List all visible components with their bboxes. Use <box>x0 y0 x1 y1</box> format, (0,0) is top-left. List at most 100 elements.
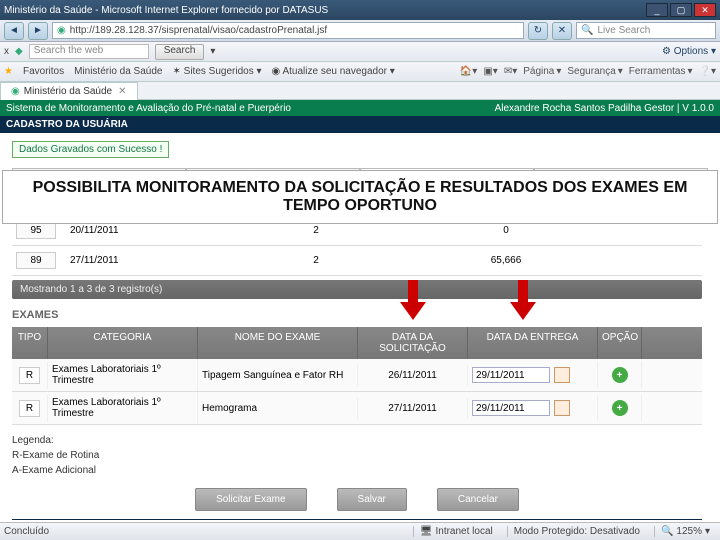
exam-table-header: TIPO CATEGORIA NOME DO EXAME DATA DA SOL… <box>12 327 702 359</box>
favorites-label[interactable]: Favoritos <box>23 66 64 77</box>
calendar-icon[interactable] <box>554 400 570 416</box>
exam-row: R Exames Laboratoriais 1º Trimestre Tipa… <box>12 359 702 392</box>
forward-button[interactable]: ► <box>28 22 48 40</box>
status-protected-mode: Modo Protegido: Desativado <box>507 526 646 537</box>
page-footer: Secretaria de Atenção à Saúde - SAS <box>12 519 702 520</box>
col3-cell: 2 <box>186 255 446 266</box>
stop-button[interactable]: ✕ <box>552 22 572 40</box>
home-icon[interactable]: 🏠▾ <box>460 66 477 77</box>
action-buttons: Solicitar Exame Salvar Cancelar <box>12 488 702 511</box>
feed-icon[interactable]: ▣▾ <box>483 66 497 77</box>
form-body: 95 20/11/2011 2 0 89 27/11/2011 2 65,666… <box>12 216 702 520</box>
system-title: Sistema de Monitoramento e Avaliação do … <box>6 103 291 114</box>
tab-close-icon[interactable]: ✕ <box>118 86 126 97</box>
user-info: Alexandre Rocha Santos Padilha Gestor | … <box>495 103 714 114</box>
legend-r: R-Exame de Rotina <box>12 448 702 463</box>
minimize-button[interactable]: _ <box>646 3 668 17</box>
categoria-value: Exames Laboratoriais 1º Trimestre <box>48 392 198 424</box>
address-bar: ◄ ► ◉ http://189.28.128.37/sisprenatal/v… <box>0 20 720 42</box>
browser-search-input[interactable]: 🔍 Live Search <box>576 22 716 39</box>
section-title-bar: CADASTRO DA USUÁRIA <box>0 116 720 133</box>
window-titlebar: Ministério da Saúde - Microsoft Internet… <box>0 0 720 20</box>
refresh-button[interactable]: ↻ <box>528 22 548 40</box>
entrega-input[interactable] <box>472 400 550 416</box>
fav-link-ministerio[interactable]: Ministério da Saúde <box>74 66 162 77</box>
favorites-bar: ★ Favoritos Ministério da Saúde ✶ Sites … <box>0 62 720 82</box>
col-nome: NOME DO EXAME <box>198 327 358 359</box>
legend-a: A-Exame Adicional <box>12 463 702 478</box>
legend-title: Legenda: <box>12 433 702 448</box>
options-label: Options <box>674 46 708 57</box>
calendar-icon[interactable] <box>554 367 570 383</box>
legend-block: Legenda: R-Exame de Rotina A-Exame Adici… <box>12 433 702 478</box>
col3-cell: 2 <box>186 225 446 236</box>
search-placeholder: Live Search <box>597 25 650 36</box>
tab-favicon-icon: ◉ <box>11 86 20 97</box>
consulta-row: 89 27/11/2011 2 65,666 <box>12 246 702 276</box>
col-solicitacao: DATA DA SOLICITAÇÃO <box>358 327 468 359</box>
nome-value: Hemograma <box>198 398 358 419</box>
fav-link-atualize[interactable]: ◉ Atualize seu navegador ▾ <box>272 66 395 77</box>
close-button[interactable]: ✕ <box>694 3 716 17</box>
addon-logo-icon: ◆ <box>15 46 23 57</box>
tab-title: Ministério da Saúde <box>24 86 112 97</box>
solicitar-exame-button[interactable]: Solicitar Exame <box>195 488 306 511</box>
tools-menu[interactable]: Ferramentas▾ <box>629 66 693 77</box>
status-zone: 🖥Intranet local <box>413 526 499 537</box>
cancelar-button[interactable]: Cancelar <box>437 488 519 511</box>
date-cell: 20/11/2011 <box>56 225 186 236</box>
solicitacao-value: 26/11/2011 <box>358 365 468 386</box>
help-icon[interactable]: ❔▾ <box>699 66 716 77</box>
page-menu[interactable]: Página▾ <box>523 66 561 77</box>
addon-options-link[interactable]: ⚙ Options ▾ <box>662 46 716 57</box>
solicitacao-value: 27/11/2011 <box>358 398 468 419</box>
success-message: Dados Gravados com Sucesso ! <box>12 141 169 158</box>
addon-toolbar: x ◆ Search the web Search ▾ ⚙ Options ▾ <box>0 42 720 62</box>
back-button[interactable]: ◄ <box>4 22 24 40</box>
browser-tab[interactable]: ◉ Ministério da Saúde ✕ <box>0 82 138 100</box>
add-exam-button[interactable]: + <box>612 400 628 416</box>
addon-search-button[interactable]: Search <box>155 44 205 60</box>
globe-icon: 🖥 <box>420 526 433 537</box>
col4-cell: 65,666 <box>446 255 566 266</box>
system-title-bar: Sistema de Monitoramento e Avaliação do … <box>0 100 720 116</box>
search-icon: 🔍 <box>581 25 593 36</box>
annotation-arrow-icon <box>398 280 428 320</box>
annotation-banner: POSSIBILITA MONITORAMENTO DA SOLICITAÇÃO… <box>2 170 718 224</box>
mail-icon[interactable]: ✉▾ <box>504 66 517 77</box>
close-addon-icon[interactable]: x <box>4 46 9 57</box>
globe-icon: ◉ <box>57 25 66 36</box>
col-entrega: DATA DA ENTREGA <box>468 327 598 359</box>
date-cell: 27/11/2011 <box>56 255 186 266</box>
tipo-value: R <box>19 367 40 384</box>
tipo-value: R <box>19 400 40 417</box>
col-categoria: CATEGORIA <box>48 327 198 359</box>
browser-tabstrip: ◉ Ministério da Saúde ✕ <box>0 82 720 100</box>
pager-text: Mostrando 1 a 3 de 3 registro(s) <box>12 280 702 299</box>
annotation-arrow-icon <box>508 280 538 320</box>
status-zoom[interactable]: 🔍 125% ▾ <box>654 526 716 537</box>
gear-icon: ⚙ <box>662 46 671 57</box>
col-tipo: TIPO <box>12 327 48 359</box>
url-text: http://189.28.128.37/sisprenatal/visao/c… <box>70 25 327 36</box>
nome-value: Tipagem Sanguínea e Fator RH <box>198 365 358 386</box>
addon-search-input[interactable]: Search the web <box>29 44 149 59</box>
status-done: Concluído <box>4 526 49 537</box>
entrega-input[interactable] <box>472 367 550 383</box>
categoria-value: Exames Laboratoriais 1º Trimestre <box>48 359 198 391</box>
url-input[interactable]: ◉ http://189.28.128.37/sisprenatal/visao… <box>52 22 524 39</box>
col-opcao: OPÇÃO <box>598 327 642 359</box>
add-exam-button[interactable]: + <box>612 367 628 383</box>
exam-row: R Exames Laboratoriais 1º Trimestre Hemo… <box>12 392 702 425</box>
star-icon[interactable]: ★ <box>4 66 13 77</box>
col4-cell: 0 <box>446 225 566 236</box>
fav-link-sugeridos[interactable]: ✶ Sites Sugeridos ▾ <box>172 66 261 77</box>
ig-cell: 89 <box>16 252 56 269</box>
salvar-button[interactable]: Salvar <box>337 488 407 511</box>
dropdown-icon[interactable]: ▾ <box>210 46 215 57</box>
ig-cell: 95 <box>16 222 56 239</box>
window-title: Ministério da Saúde - Microsoft Internet… <box>4 5 328 16</box>
maximize-button[interactable]: ▢ <box>670 3 692 17</box>
security-menu[interactable]: Segurança▾ <box>567 66 622 77</box>
exames-heading: EXAMES <box>12 309 702 321</box>
